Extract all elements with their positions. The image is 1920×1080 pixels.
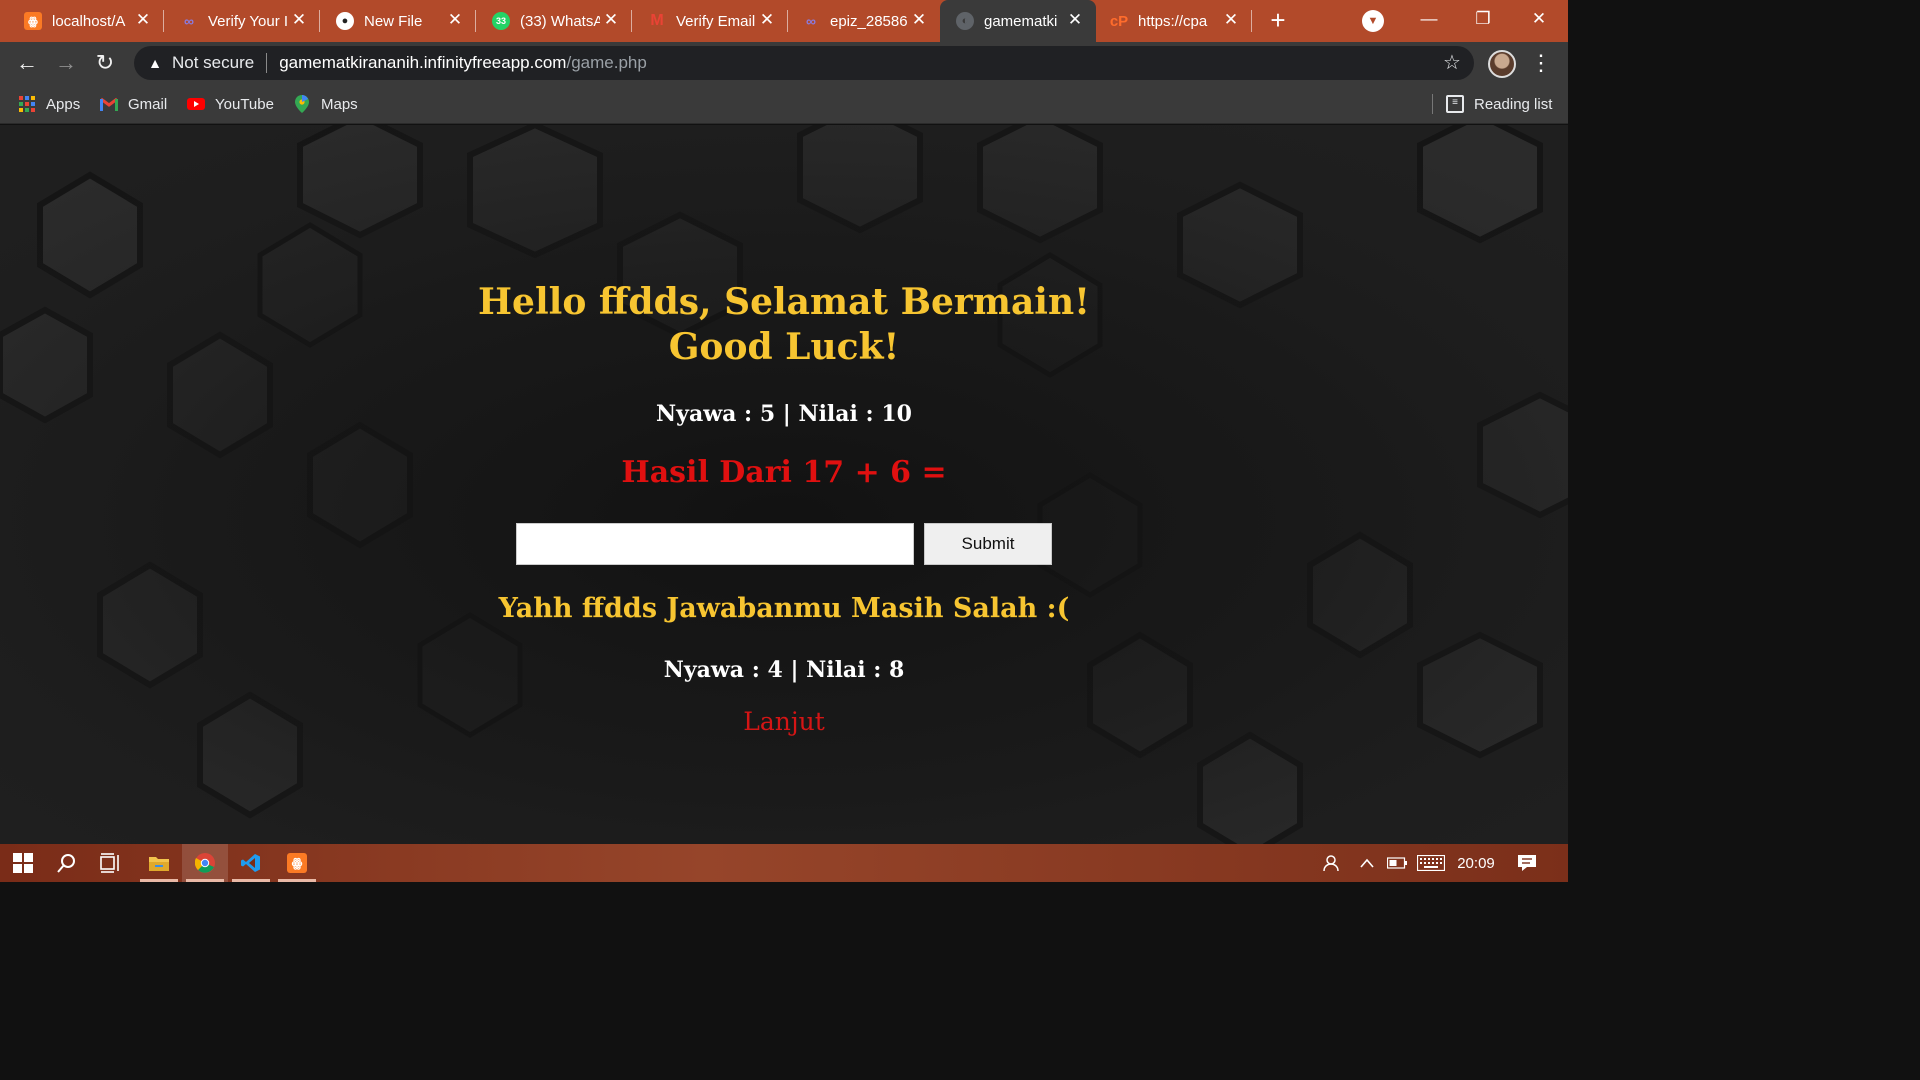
- close-icon[interactable]: ✕: [446, 10, 464, 30]
- close-icon[interactable]: ✕: [1066, 10, 1084, 30]
- bookmarks-bar: Apps Gmail YouTube Maps ≡ Reading list: [0, 84, 1568, 124]
- url-path: /game.php: [566, 53, 647, 72]
- keyboard-icon[interactable]: [1416, 844, 1446, 882]
- reading-list-icon: ≡: [1446, 95, 1464, 113]
- minimize-button[interactable]: —: [1406, 6, 1452, 32]
- vscode-icon[interactable]: [228, 844, 274, 882]
- next-link[interactable]: Lanjut: [684, 707, 884, 736]
- tab-separator: [1251, 10, 1252, 32]
- bookmark-label: Gmail: [128, 95, 168, 113]
- tab-title: Verify Email: [676, 12, 756, 30]
- warning-icon[interactable]: ▲: [146, 54, 164, 72]
- stats-after: Nyawa : 4 | Nilai : 8: [663, 657, 905, 683]
- new-tab-button[interactable]: +: [1264, 6, 1292, 34]
- people-icon[interactable]: [1318, 844, 1342, 882]
- restore-button[interactable]: ❐: [1460, 6, 1506, 32]
- youtube-icon: [187, 95, 205, 113]
- tab-verify-email[interactable]: M Verify Email ✕: [632, 0, 788, 42]
- back-button[interactable]: ←: [14, 50, 40, 76]
- bookmark-label: Apps: [46, 95, 81, 113]
- globe-icon: ◐: [956, 12, 974, 30]
- bookmarks-divider: [1432, 94, 1433, 114]
- task-view-icon[interactable]: [88, 844, 134, 882]
- forward-button[interactable]: →: [53, 50, 79, 76]
- greeting-heading: Hello ffdds, Selamat Bermain! Good Luck!: [384, 280, 1184, 370]
- close-window-button[interactable]: ✕: [1516, 6, 1562, 32]
- web-page: Hello ffdds, Selamat Bermain! Good Luck!…: [0, 125, 1568, 844]
- tab-new-file[interactable]: ● New File ✕: [320, 0, 476, 42]
- battery-icon[interactable]: [1386, 844, 1408, 882]
- close-icon[interactable]: ✕: [290, 10, 308, 30]
- tab-epiz[interactable]: ∞ epiz_28586 ✕: [788, 0, 940, 42]
- url-host: gamematkirananih.infinityfreeapp.com: [279, 53, 567, 72]
- menu-icon[interactable]: ⋮: [1530, 50, 1552, 76]
- address-bar[interactable]: ▲ Not secure gamematkirananih.infinityfr…: [134, 46, 1474, 80]
- bookmark-apps[interactable]: Apps: [18, 92, 80, 116]
- apps-grid-icon: [18, 95, 36, 113]
- stats-before: Nyawa : 5 | Nilai : 10: [656, 401, 912, 427]
- windows-taskbar: ꙮ 20:09: [0, 844, 1568, 882]
- game-content: Hello ffdds, Selamat Bermain! Good Luck!…: [0, 125, 1568, 844]
- reload-button[interactable]: ↻: [92, 50, 118, 76]
- file-explorer-icon[interactable]: [136, 844, 182, 882]
- cloud-icon: ∞: [184, 13, 194, 29]
- cpanel-icon: cP: [1109, 12, 1129, 30]
- tab-cpanel[interactable]: cP https://cpa ✕: [1096, 0, 1252, 42]
- bookmark-gmail[interactable]: Gmail: [100, 92, 167, 116]
- tab-gamematkirananih[interactable]: ◐ gamematki ✕: [940, 0, 1096, 42]
- xampp-icon[interactable]: ꙮ: [274, 844, 320, 882]
- github-icon: ●: [336, 12, 354, 30]
- bookmark-label: YouTube: [215, 95, 274, 113]
- search-icon[interactable]: [44, 844, 90, 882]
- greeting-line-1: Hello ffdds, Selamat Bermain!: [478, 281, 1090, 323]
- bookmark-youtube[interactable]: YouTube: [187, 92, 274, 116]
- tab-title: New File: [364, 12, 423, 30]
- close-icon[interactable]: ✕: [910, 10, 928, 30]
- tab-title: Verify Your I: [208, 12, 288, 30]
- tab-title: (33) WhatsA: [520, 12, 600, 30]
- tab-title: gamematki: [984, 12, 1058, 30]
- browser-toolbar: ← → ↻ ▲ Not secure gamematkirananih.infi…: [0, 42, 1568, 84]
- chrome-icon[interactable]: [182, 844, 228, 882]
- tab-title: localhost/A: [52, 12, 126, 30]
- cloud-icon: ∞: [806, 13, 816, 29]
- close-icon[interactable]: ✕: [1222, 10, 1240, 30]
- submit-button[interactable]: Submit: [924, 523, 1052, 565]
- close-icon[interactable]: ✕: [134, 10, 152, 30]
- address-divider: [266, 53, 268, 73]
- security-label[interactable]: Not secure: [172, 53, 254, 73]
- clock[interactable]: 20:09: [1452, 844, 1500, 882]
- chevron-up-icon[interactable]: [1356, 844, 1378, 882]
- reading-list-button[interactable]: ≡ Reading list: [1446, 92, 1552, 116]
- windows-start-icon[interactable]: [0, 844, 46, 882]
- greeting-line-2: Good Luck!: [668, 326, 900, 368]
- close-icon[interactable]: ✕: [758, 10, 776, 30]
- notification-icon[interactable]: [1512, 844, 1542, 882]
- bookmark-maps[interactable]: Maps: [293, 92, 358, 116]
- close-icon[interactable]: ✕: [602, 10, 620, 30]
- tab-search-icon[interactable]: ▼: [1362, 10, 1384, 32]
- profile-avatar[interactable]: [1488, 50, 1516, 78]
- result-message: Yahh ffdds Jawabanmu Masih Salah :(: [498, 593, 1070, 624]
- tab-strip: ꙮ localhost/A ✕ ∞ Verify Your I ✕ ● New …: [0, 0, 1568, 42]
- reading-list-label: Reading list: [1474, 95, 1553, 113]
- gmail-icon: [100, 95, 118, 113]
- bookmark-star-icon[interactable]: ☆: [1440, 51, 1464, 75]
- tab-localhost[interactable]: ꙮ localhost/A ✕: [0, 0, 164, 42]
- whatsapp-icon: 33: [492, 12, 510, 30]
- maps-pin-icon: [293, 95, 311, 113]
- tab-whatsapp[interactable]: 33 (33) WhatsA ✕: [476, 0, 632, 42]
- tab-title: epiz_28586: [830, 12, 908, 30]
- tab-verify-your[interactable]: ∞ Verify Your I ✕: [164, 0, 320, 42]
- gmail-icon: M: [650, 12, 664, 29]
- bookmark-label: Maps: [321, 95, 358, 113]
- question-text: Hasil Dari 17 + 6 =: [621, 455, 947, 490]
- tab-title: https://cpa: [1138, 12, 1208, 30]
- xampp-icon: ꙮ: [24, 12, 42, 30]
- answer-input[interactable]: [516, 523, 914, 565]
